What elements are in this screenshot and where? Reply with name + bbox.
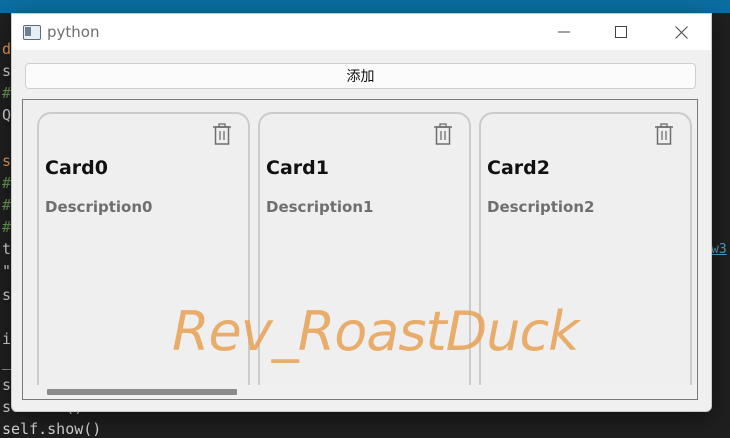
code-line: s — [2, 62, 12, 80]
title-bar[interactable]: python — [12, 14, 711, 50]
code-line: Q — [2, 106, 12, 124]
minimize-icon — [558, 31, 570, 33]
card-title: Card2 — [487, 157, 550, 179]
code-line: t — [2, 240, 12, 258]
card-description: Description0 — [45, 198, 153, 216]
delete-card-button[interactable] — [433, 123, 453, 149]
code-line: _ — [2, 352, 12, 370]
code-line: i — [2, 330, 12, 348]
close-button[interactable] — [652, 14, 710, 50]
horizontal-scrollbar[interactable] — [23, 385, 697, 399]
code-line: # — [2, 196, 12, 214]
code-line: s — [2, 286, 12, 304]
code-line: s — [2, 152, 12, 170]
card-description: Description2 — [487, 198, 595, 216]
app-window-icon — [23, 25, 41, 40]
trash-icon — [434, 123, 452, 145]
code-line: " — [2, 262, 12, 280]
code-fragment: w3 — [711, 242, 727, 257]
delete-card-button[interactable] — [654, 123, 674, 149]
code-line: # — [2, 218, 12, 236]
card-description: Description1 — [266, 198, 374, 216]
trash-icon — [213, 123, 231, 145]
code-line: # — [2, 174, 12, 192]
add-button[interactable]: 添加 — [25, 63, 696, 89]
scrollbar-thumb[interactable] — [47, 389, 237, 395]
maximize-icon — [615, 26, 627, 38]
code-line: self.show() — [2, 420, 102, 438]
trash-icon — [655, 123, 673, 145]
watermark-text: Rev_RoastDuck — [172, 300, 579, 363]
window-title: python — [47, 23, 100, 41]
card-title: Card1 — [266, 157, 329, 179]
minimize-button[interactable] — [535, 14, 593, 50]
code-line: # — [2, 84, 12, 102]
maximize-button[interactable] — [592, 14, 650, 50]
close-icon — [674, 25, 688, 39]
code-line: s — [2, 376, 12, 394]
card-title: Card0 — [45, 157, 108, 179]
code-line: d — [2, 40, 12, 58]
delete-card-button[interactable] — [212, 123, 232, 149]
